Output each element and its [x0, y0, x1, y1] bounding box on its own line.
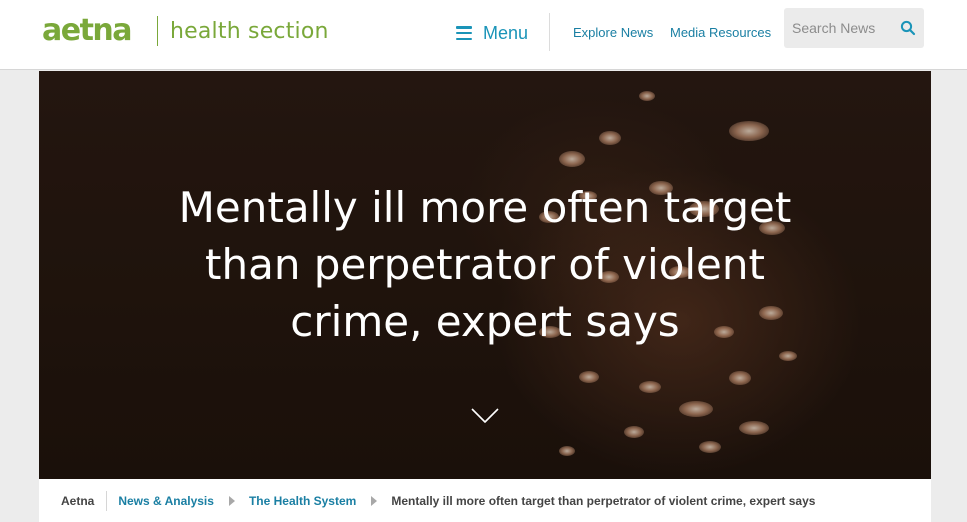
article-title: Mentally ill more often target than perp… [178, 183, 792, 346]
section-name[interactable]: health section [170, 18, 329, 46]
menu-button[interactable]: Menu [456, 20, 528, 46]
breadcrumb-home[interactable]: Aetna [61, 494, 94, 508]
breadcrumb-news-analysis[interactable]: News & Analysis [118, 494, 214, 508]
nav-explore-news[interactable]: Explore News [573, 25, 653, 40]
logo-divider [157, 16, 158, 46]
breadcrumb-health-system[interactable]: The Health System [249, 494, 356, 508]
search-box [784, 8, 924, 48]
hamburger-icon [456, 26, 472, 40]
chevron-down-icon[interactable] [471, 407, 499, 425]
search-icon[interactable] [900, 20, 916, 36]
menu-label: Menu [483, 22, 529, 43]
breadcrumb-current: Mentally ill more often target than perp… [391, 493, 816, 508]
breadcrumb-divider [106, 490, 108, 511]
breadcrumb-arrow-icon [228, 495, 235, 506]
aetna-logo[interactable]: aetna [42, 13, 133, 49]
nav-divider [549, 13, 550, 51]
search-input[interactable] [784, 8, 894, 48]
breadcrumb-arrow-icon [371, 495, 378, 506]
hero-banner: Mentally ill more often target than perp… [39, 71, 931, 479]
site-header: aetna health section Menu Explore News M… [0, 0, 967, 70]
nav-media-resources[interactable]: Media Resources [670, 25, 771, 40]
breadcrumb: Aetna News & Analysis The Health System … [39, 479, 931, 522]
